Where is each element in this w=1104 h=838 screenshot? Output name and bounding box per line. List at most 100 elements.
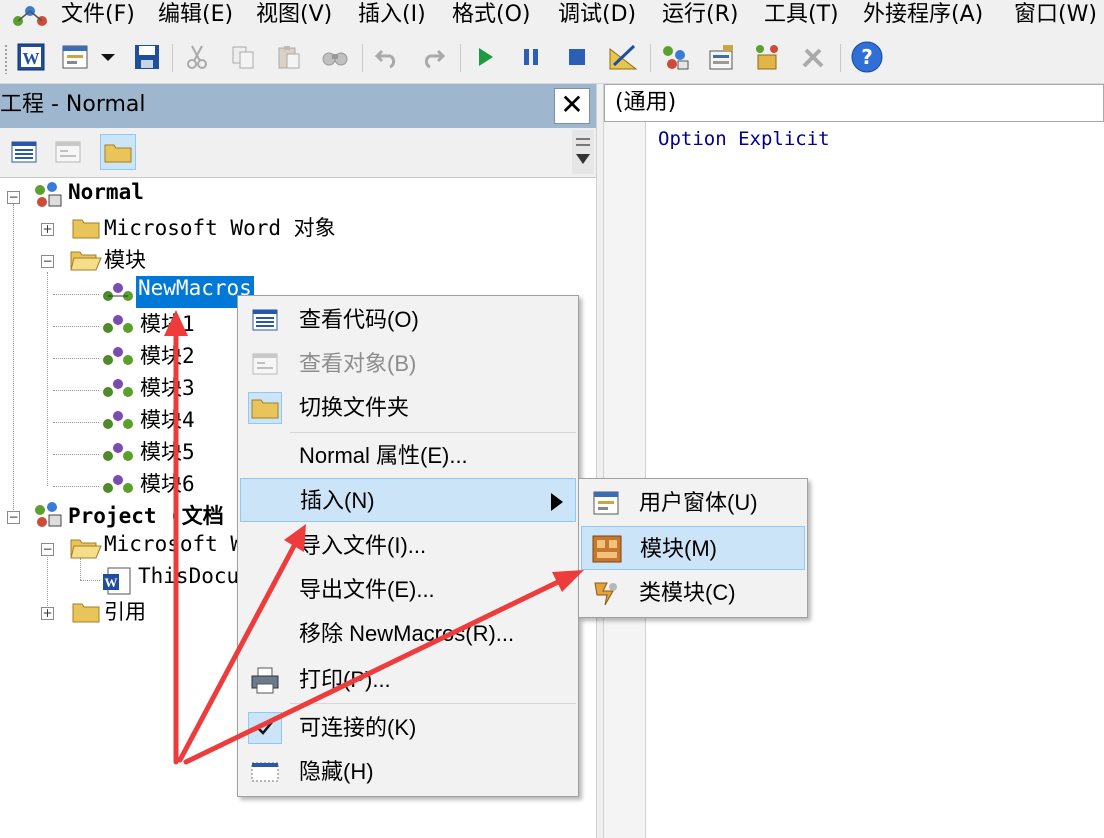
undo-icon[interactable]: [372, 42, 402, 72]
menu-item-normal-properties[interactable]: Normal 属性(E)...: [240, 434, 576, 478]
menu-item-label: 查看代码(O): [299, 307, 419, 332]
properties-icon[interactable]: [706, 42, 736, 72]
redo-icon[interactable]: [418, 42, 448, 72]
view-code-icon[interactable]: [6, 134, 42, 170]
tree-node-word-objects[interactable]: Microsoft Word 对象: [104, 212, 336, 242]
folder-icon: [248, 392, 282, 424]
class-module-icon: [589, 577, 623, 609]
menu-item-print[interactable]: 打印(P)...: [240, 658, 576, 702]
tree-node-project-word-objects[interactable]: Microsoft W: [104, 532, 243, 556]
collapse-toggle[interactable]: −: [7, 191, 20, 204]
tree-node-normal[interactable]: Normal: [68, 180, 144, 204]
menu-view[interactable]: 视图(V): [256, 0, 332, 32]
submenu-item-userform[interactable]: 用户窗体(U): [581, 481, 805, 525]
menu-item-insert[interactable]: 插入(N): [240, 478, 576, 522]
menu-insert[interactable]: 插入(I): [358, 0, 426, 32]
menu-item-toggle-folders[interactable]: 切换文件夹: [240, 386, 576, 430]
toolbox-icon[interactable]: [798, 42, 828, 72]
menu-item-label: Normal 属性(E)...: [299, 443, 468, 468]
toolbar-separator: [172, 44, 173, 72]
object-combo[interactable]: (通用): [604, 84, 1104, 122]
save-icon[interactable]: [132, 42, 162, 72]
menu-item-label: 切换文件夹: [299, 395, 410, 420]
menu-item-remove[interactable]: 移除 NewMacros(R)...: [240, 612, 576, 656]
tree-connector: [80, 558, 81, 580]
view-object-icon[interactable]: [50, 134, 86, 170]
vba-project-icon: [35, 182, 62, 207]
design-mode-icon[interactable]: [608, 42, 638, 72]
tree-node-module[interactable]: 模块3: [140, 372, 195, 402]
toolbar-separator: [840, 44, 841, 72]
tree-node-module[interactable]: 模块1: [140, 308, 195, 338]
userform-icon: [589, 487, 623, 519]
collapse-toggle[interactable]: −: [41, 255, 54, 268]
menu-format[interactable]: 格式(O): [452, 0, 530, 32]
svg-text:W: W: [23, 49, 40, 68]
menu-item-label: 导入文件(I)...: [299, 533, 427, 558]
find-icon[interactable]: [320, 42, 350, 72]
menu-item-label: 移除 NewMacros(R)...: [299, 621, 515, 646]
word-icon[interactable]: W: [16, 42, 46, 72]
tree-connector: [80, 580, 100, 581]
tree-connector: [47, 272, 48, 486]
vba-app-icon[interactable]: [10, 3, 50, 29]
break-icon[interactable]: [516, 42, 546, 72]
standard-toolbar: W ?: [0, 32, 1104, 84]
menu-item-view-code[interactable]: 查看代码(O): [240, 298, 576, 342]
project-pane-toolbar: [0, 128, 596, 178]
menu-addins[interactable]: 外接程序(A): [863, 0, 983, 32]
collapse-toggle[interactable]: −: [7, 511, 20, 524]
close-icon[interactable]: ✕: [554, 88, 590, 124]
paste-icon[interactable]: [274, 42, 304, 72]
submenu-item-module[interactable]: 模块(M): [581, 526, 805, 570]
submenu-item-label: 类模块(C): [639, 580, 736, 605]
collapse-toggle[interactable]: −: [41, 543, 54, 556]
toggle-folders-icon[interactable]: [100, 134, 136, 170]
module-icon: [103, 347, 133, 365]
cut-icon[interactable]: [182, 42, 212, 72]
tree-node-this-document[interactable]: ThisDocu: [138, 564, 239, 588]
menu-item-hide[interactable]: 隐藏(H): [240, 750, 576, 794]
dropdown-arrow-icon[interactable]: [97, 42, 119, 72]
tree-node-modules-folder[interactable]: 模块: [104, 244, 146, 274]
toolbar-grip[interactable]: [4, 44, 8, 74]
help-icon[interactable]: ?: [850, 40, 884, 74]
word-document-icon: W: [103, 567, 131, 595]
tree-connector: [53, 294, 99, 295]
menu-edit[interactable]: 编辑(E): [158, 0, 233, 32]
tree-node-module[interactable]: 模块6: [140, 468, 195, 498]
object-browser-icon[interactable]: [752, 42, 782, 72]
tree-node-module[interactable]: 模块5: [140, 436, 195, 466]
submenu-item-class-module[interactable]: 类模块(C): [581, 571, 805, 615]
menu-tools[interactable]: 工具(T): [764, 0, 839, 32]
menu-item-label: 隐藏(H): [299, 759, 374, 784]
tree-node-module[interactable]: 模块4: [140, 404, 195, 434]
expand-toggle[interactable]: +: [41, 223, 54, 236]
tree-node-references[interactable]: 引用: [104, 596, 146, 626]
tree-node-project[interactable]: Project (文档: [68, 500, 224, 530]
pane-splitter[interactable]: [596, 84, 604, 838]
menu-item-view-object: 查看对象(B): [240, 342, 576, 386]
menu-item-import-file[interactable]: 导入文件(I)...: [240, 524, 576, 568]
project-explorer-icon[interactable]: [660, 42, 690, 72]
menu-debug[interactable]: 调试(D): [558, 0, 636, 32]
tree-node-module[interactable]: 模块2: [140, 340, 195, 370]
project-pane-scroll-arrow[interactable]: [572, 130, 594, 174]
menu-window[interactable]: 窗口(W): [1014, 0, 1097, 32]
menu-file[interactable]: 文件(F): [61, 0, 135, 32]
view-code-icon: [248, 304, 282, 336]
menu-item-dockable[interactable]: 可连接的(K): [240, 706, 576, 750]
menu-run[interactable]: 运行(R): [662, 0, 738, 32]
copy-icon[interactable]: [228, 42, 258, 72]
tree-connector: [53, 486, 99, 487]
run-icon[interactable]: [470, 42, 500, 72]
userform-icon[interactable]: [60, 42, 90, 72]
view-object-icon: [248, 348, 282, 380]
toolbar-separator: [362, 44, 363, 72]
print-icon: [248, 664, 282, 696]
code-line[interactable]: Option Explicit: [658, 128, 830, 150]
expand-toggle[interactable]: +: [41, 607, 54, 620]
menu-item-export-file[interactable]: 导出文件(E)...: [240, 568, 576, 612]
reset-icon[interactable]: [562, 42, 592, 72]
menu-item-label: 查看对象(B): [299, 351, 417, 376]
